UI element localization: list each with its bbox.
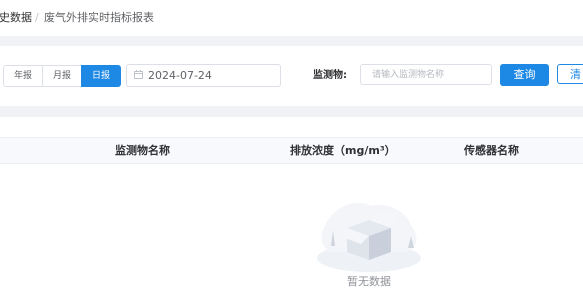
- tab-yearly-report[interactable]: 年报: [3, 65, 43, 87]
- calendar-icon: [134, 70, 143, 79]
- column-header-sensor-name: 传感器名称: [464, 144, 519, 157]
- breadcrumb: 史数据 / 废气外排实时指标报表: [0, 0, 583, 36]
- date-picker[interactable]: 2024-07-24: [126, 64, 281, 87]
- clear-button[interactable]: 清: [557, 64, 583, 84]
- column-header-monitor-name: 监测物名称: [115, 144, 170, 157]
- column-header-concentration: 排放浓度（mg/m³）: [290, 144, 396, 157]
- monitor-label: 监测物:: [313, 70, 347, 81]
- breadcrumb-parent-link[interactable]: 史数据: [0, 11, 32, 25]
- table-header: 监测物名称 排放浓度（mg/m³） 传感器名称: [0, 137, 583, 164]
- empty-box-illustration: [317, 202, 421, 272]
- date-value: 2024-07-24: [148, 69, 212, 82]
- empty-state-text: 暂无数据: [347, 275, 391, 288]
- monitor-search-input[interactable]: [360, 64, 492, 85]
- query-button[interactable]: 查询: [500, 64, 549, 86]
- period-segmented-control: 年报 月报 日报: [3, 65, 121, 87]
- breadcrumb-current: 废气外排实时指标报表: [44, 11, 154, 24]
- tab-monthly-report[interactable]: 月报: [42, 65, 82, 87]
- tab-daily-report[interactable]: 日报: [81, 65, 121, 87]
- breadcrumb-separator: /: [35, 11, 39, 24]
